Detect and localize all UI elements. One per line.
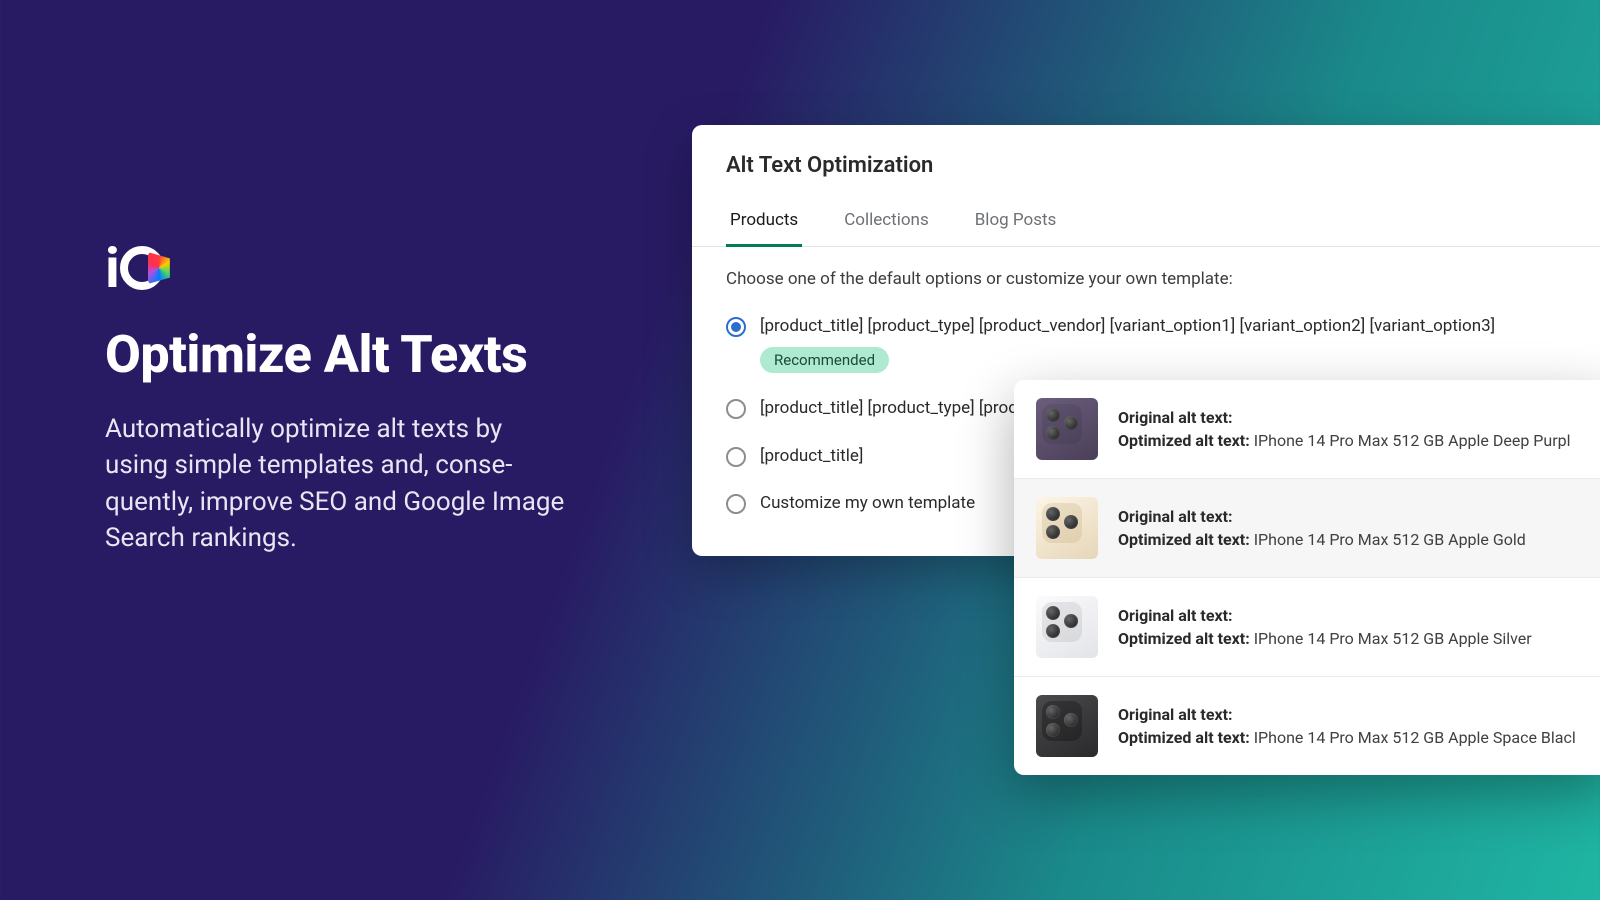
original-label: Original alt text:: [1118, 606, 1233, 625]
camera-lens-icon: [1042, 503, 1082, 543]
preview-row: Original alt text: Optimized alt text: IP…: [1014, 577, 1600, 676]
original-label: Original alt text:: [1118, 507, 1233, 526]
radio-button[interactable]: [726, 494, 746, 514]
preview-card: Original alt text: Optimized alt text: IP…: [1014, 380, 1600, 775]
optimized-value: IPhone 14 Pro Max 512 GB Apple Deep Purp…: [1250, 431, 1571, 450]
app-logo: i: [105, 240, 565, 296]
product-thumbnail: [1036, 695, 1098, 757]
tab-products[interactable]: Products: [726, 210, 802, 247]
logo-color-wheel-icon: [148, 252, 170, 284]
optimized-label: Optimized alt text:: [1118, 629, 1250, 648]
optimized-value: IPhone 14 Pro Max 512 GB Apple Gold: [1250, 530, 1526, 549]
optimized-value: IPhone 14 Pro Max 512 GB Apple Silver: [1250, 629, 1532, 648]
camera-lens-icon: [1042, 404, 1082, 444]
section-description: Choose one of the default options or cus…: [692, 247, 1600, 293]
hero-panel: i Optimize Alt Texts Automatically optim…: [105, 240, 565, 557]
product-thumbnail: [1036, 497, 1098, 559]
preview-text: Original alt text: Optimized alt text: IP…: [1118, 703, 1592, 749]
radio-button[interactable]: [726, 447, 746, 467]
optimized-label: Optimized alt text:: [1118, 728, 1250, 747]
preview-row: Original alt text: Optimized alt text: IP…: [1014, 676, 1600, 775]
radio-button[interactable]: [726, 317, 746, 337]
optimized-value: IPhone 14 Pro Max 512 GB Apple Space Bla…: [1250, 728, 1576, 747]
tabs: Products Collections Blog Posts: [692, 184, 1600, 247]
optimized-label: Optimized alt text:: [1118, 431, 1250, 450]
card-title: Alt Text Optimization: [692, 153, 1600, 184]
radio-button[interactable]: [726, 399, 746, 419]
option-body: [product_title] [product_type] [product_…: [760, 315, 1578, 373]
product-thumbnail: [1036, 596, 1098, 658]
optimized-label: Optimized alt text:: [1118, 530, 1250, 549]
preview-text: Original alt text: Optimized alt text: IP…: [1118, 505, 1592, 551]
hero-title: Optimize Alt Texts: [105, 324, 565, 385]
template-option[interactable]: [product_title] [product_type] [product_…: [726, 303, 1578, 385]
camera-lens-icon: [1042, 701, 1082, 741]
product-thumbnail: [1036, 398, 1098, 460]
camera-lens-icon: [1042, 602, 1082, 642]
tab-blog-posts[interactable]: Blog Posts: [971, 210, 1061, 247]
hero-description: Automatically optimize alt texts by usin…: [105, 411, 565, 557]
original-label: Original alt text:: [1118, 408, 1233, 427]
tab-collections[interactable]: Collections: [840, 210, 933, 247]
preview-text: Original alt text: Optimized alt text: IP…: [1118, 604, 1592, 650]
preview-text: Original alt text: Optimized alt text: IP…: [1118, 406, 1592, 452]
option-label: [product_title] [product_type] [product_…: [760, 315, 1578, 339]
recommended-badge: Recommended: [760, 347, 889, 373]
preview-row: Original alt text: Optimized alt text: IP…: [1014, 380, 1600, 478]
logo-i-glyph: i: [105, 240, 120, 296]
logo-o-glyph: [120, 246, 164, 290]
original-label: Original alt text:: [1118, 705, 1233, 724]
preview-row: Original alt text: Optimized alt text: IP…: [1014, 478, 1600, 577]
